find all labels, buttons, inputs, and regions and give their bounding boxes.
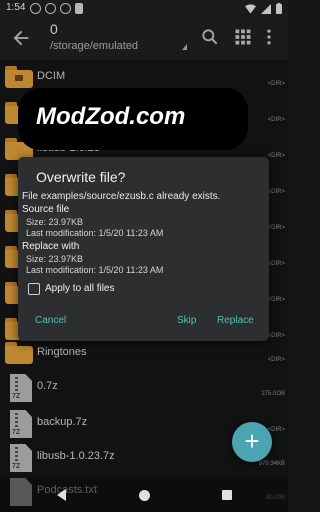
- navigation-bar: [0, 478, 288, 512]
- plus-icon: +: [244, 426, 260, 456]
- source-modified: Last modification: 1/5/20 11:23 AM: [26, 228, 164, 238]
- dialog-message: File examples/source/ezusb.c already exi…: [22, 191, 221, 202]
- back-icon[interactable]: [57, 489, 66, 501]
- replace-button[interactable]: Replace: [217, 315, 254, 326]
- apply-all-checkbox[interactable]: [28, 283, 40, 295]
- apply-all-label[interactable]: Apply to all files: [45, 283, 114, 294]
- watermark: ModZod.com: [18, 88, 248, 150]
- replace-modified: Last modification: 1/5/20 11:23 AM: [26, 265, 164, 275]
- source-heading: Source file: [22, 204, 70, 215]
- dialog-title: Overwrite file?: [36, 169, 126, 185]
- source-size: Size: 23.97KB: [26, 217, 84, 227]
- cancel-button[interactable]: Cancel: [35, 315, 66, 326]
- replace-size: Size: 23.97KB: [26, 254, 84, 264]
- add-fab-button[interactable]: +: [232, 422, 272, 462]
- skip-button[interactable]: Skip: [177, 315, 196, 326]
- home-icon[interactable]: [139, 490, 150, 501]
- replace-heading: Replace with: [22, 241, 80, 252]
- overwrite-dialog: Overwrite file? File examples/source/ezu…: [18, 157, 269, 341]
- recents-icon[interactable]: [222, 490, 232, 500]
- watermark-text: ModZod.com: [36, 103, 186, 130]
